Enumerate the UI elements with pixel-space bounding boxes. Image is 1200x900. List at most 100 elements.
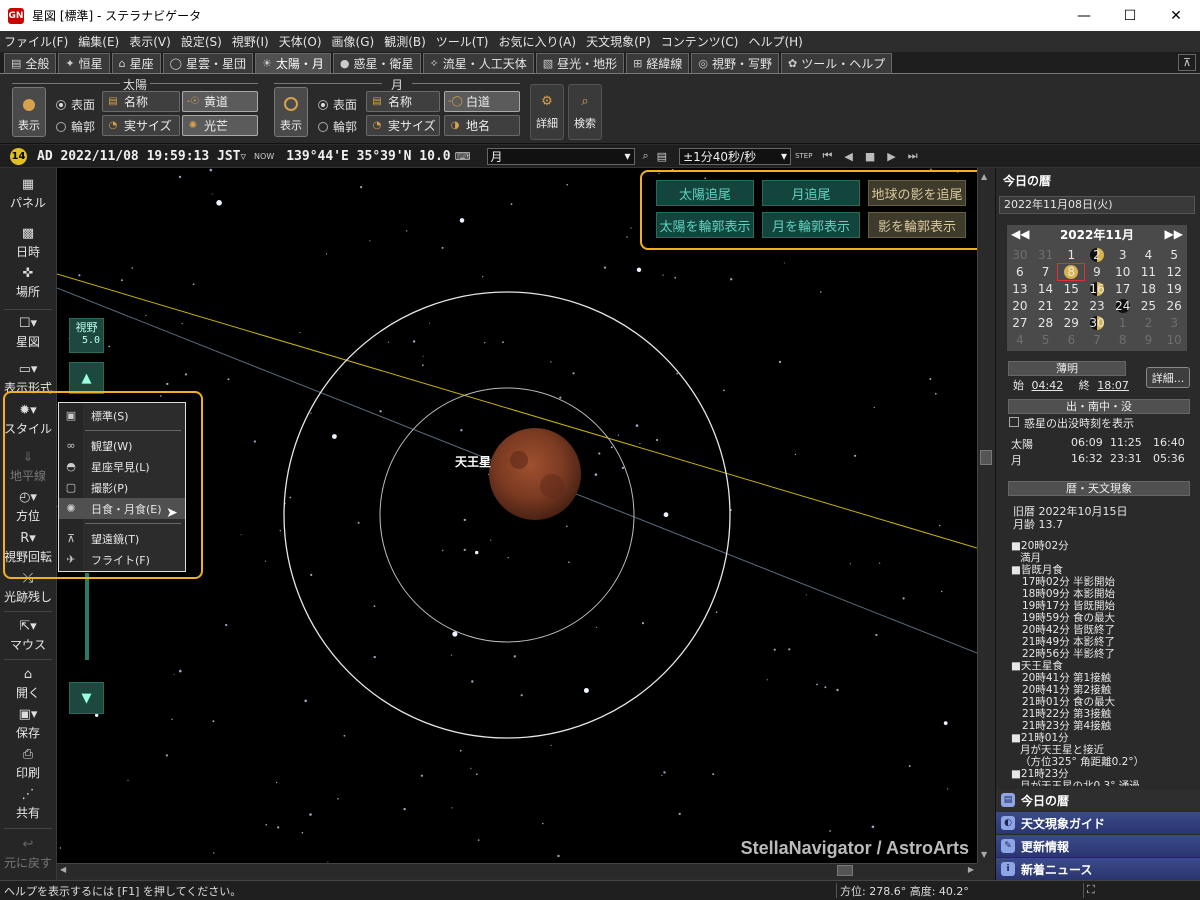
lt-print-button[interactable]: ⎙ 印刷 — [0, 746, 56, 781]
calendar-day[interactable]: 6 — [1058, 332, 1084, 348]
menu-item[interactable]: 設定(S) — [181, 33, 222, 50]
close-button[interactable]: ✕ — [1153, 0, 1199, 31]
calendar-day[interactable]: 10 — [1161, 332, 1187, 348]
uranus-label[interactable]: 天王星 — [455, 453, 491, 470]
target-select[interactable]: 月 ▾ — [486, 147, 635, 165]
lt-share-button[interactable]: ⋰ 共有 — [0, 786, 56, 821]
tab-3[interactable]: ◯ 星雲・星団 — [162, 53, 253, 73]
calendar-day[interactable]: 8 — [1057, 263, 1086, 281]
lt-star-chart-button[interactable]: ☐▾ 星図 — [0, 315, 56, 350]
calendar-day[interactable]: 29 — [1058, 315, 1084, 331]
calendar-day[interactable]: 14 — [1033, 281, 1059, 297]
lt-datetime-button[interactable]: ▩ 日時 — [0, 225, 56, 260]
calendar-day[interactable]: 2 — [1136, 315, 1162, 331]
stop-icon[interactable]: ■ — [865, 150, 875, 163]
tab-4[interactable]: ☀ 太陽・月 — [254, 53, 331, 73]
calendar-day[interactable]: 13 — [1007, 281, 1033, 297]
lt-save-button[interactable]: ▣▾ 保存 — [0, 706, 56, 741]
play-icon[interactable]: ▶ — [887, 150, 895, 163]
moon-age-badge[interactable]: 14 — [10, 147, 27, 165]
calendar-day[interactable]: 11 — [1136, 264, 1162, 280]
scroll-down-icon[interactable]: ▼ — [981, 850, 987, 859]
maximize-button[interactable]: ☐ — [1107, 0, 1153, 31]
minimize-button[interactable]: — — [1061, 0, 1107, 31]
calendar-day[interactable]: 30 — [1007, 247, 1033, 263]
calendar-day[interactable]: 8 — [1110, 332, 1136, 348]
calendar-day[interactable]: 24 — [1110, 298, 1136, 314]
skip-back-icon[interactable]: ⏮ — [822, 149, 832, 163]
calendar-day[interactable]: 21 — [1033, 298, 1059, 314]
tab-9[interactable]: ◎ 視野・写野 — [691, 53, 780, 73]
sun-show-button[interactable]: 表示 — [12, 87, 46, 137]
scroll-thumb[interactable] — [980, 450, 992, 465]
place-name-button[interactable]: ◑ 地名 — [444, 115, 520, 136]
corona-button[interactable]: ✺ 光芒 — [182, 115, 258, 136]
calendar-day[interactable]: 2 — [1084, 247, 1110, 263]
calendar-day[interactable]: 31 — [1033, 247, 1059, 263]
now-button[interactable]: NOW — [254, 152, 274, 161]
tab-7[interactable]: ▧ 昼光・地形 — [535, 53, 625, 73]
twilight-detail-button[interactable]: 詳細... — [1146, 367, 1190, 388]
search-icon[interactable]: ⌕ — [643, 149, 649, 163]
menu-item[interactable]: ツール(T) — [436, 33, 489, 50]
lt-mouse-button[interactable]: ⇱▾ マウス — [0, 618, 56, 653]
menu-item[interactable]: ファイル(F) — [4, 33, 68, 50]
calendar-day[interactable]: 1 — [1058, 247, 1084, 263]
calendar-day[interactable]: 27 — [1007, 315, 1033, 331]
time-step-select[interactable]: ±1分40秒/秒 ▾ — [679, 147, 792, 165]
pin-icon[interactable]: ⊼ — [1178, 54, 1196, 71]
planet-rise-checkbox[interactable] — [1009, 417, 1019, 427]
scroll-up-icon[interactable]: ▲ — [981, 172, 987, 181]
calendar-day[interactable]: 18 — [1136, 281, 1162, 297]
menu-item[interactable]: 表示(V) — [129, 33, 171, 50]
scroll-left-icon[interactable]: ◀ — [60, 865, 66, 874]
calendar-day[interactable]: 4 — [1007, 332, 1033, 348]
tab-0[interactable]: ▤ 全般 — [4, 53, 57, 73]
panel-nav-item[interactable]: ◐ 天文現象ガイド — [996, 812, 1200, 834]
datetime-display[interactable]: AD 2022/11/08 19:59:13 JST — [37, 149, 241, 164]
menu-item[interactable]: 天文現象(P) — [586, 33, 651, 50]
calendar-day[interactable]: 4 — [1136, 247, 1162, 263]
skip-forward-icon[interactable]: ⏭ — [908, 149, 918, 163]
calendar-day[interactable]: 20 — [1007, 298, 1033, 314]
calendar-day[interactable]: 28 — [1033, 315, 1059, 331]
scroll-thumb[interactable] — [837, 865, 853, 876]
calendar-day[interactable]: 30 — [1084, 315, 1110, 331]
calendar-day[interactable]: 5 — [1161, 247, 1187, 263]
moon-outline-radio[interactable]: 輪郭 — [318, 118, 357, 135]
menu-item[interactable]: 視野(I) — [232, 33, 269, 50]
calendar-day[interactable]: 5 — [1033, 332, 1059, 348]
tab-6[interactable]: ✧ 流星・人工天体 — [422, 53, 534, 73]
panel-nav-item[interactable]: ✎ 更新情報 — [996, 835, 1200, 857]
calendar-day[interactable]: 15 — [1058, 281, 1084, 297]
scroll-right-icon[interactable]: ▶ — [968, 865, 974, 874]
calendar-day[interactable]: 23 — [1084, 298, 1110, 314]
calendar-day[interactable]: 7 — [1033, 264, 1059, 280]
calendar-day[interactable]: 9 — [1136, 332, 1162, 348]
calendar-day[interactable]: 12 — [1161, 264, 1187, 280]
step-button[interactable]: STEP — [795, 152, 812, 160]
list-icon[interactable]: ▤ — [657, 150, 667, 163]
calendar-day[interactable]: 3 — [1161, 315, 1187, 331]
lt-undo-button[interactable]: ↩ 元に戻す — [0, 836, 56, 871]
menu-item[interactable]: お気に入り(A) — [499, 33, 577, 50]
search-button[interactable]: ⌕ 検索 — [568, 84, 602, 140]
timezone-dropdown-icon[interactable]: ▿ — [241, 150, 247, 163]
next-month-icon[interactable]: ▶▶ — [1165, 227, 1183, 241]
lt-location-button[interactable]: ✜ 場所 — [0, 265, 56, 300]
prev-month-icon[interactable]: ◀◀ — [1011, 227, 1029, 241]
calendar-day[interactable]: 1 — [1110, 315, 1136, 331]
fov-indicator[interactable]: 視野 5.0 — [69, 318, 104, 353]
calendar-day[interactable]: 6 — [1007, 264, 1033, 280]
calendar-day[interactable]: 16 — [1084, 281, 1110, 297]
tab-1[interactable]: ✦ 恒星 — [58, 53, 110, 73]
vertical-scrollbar[interactable]: ▲ ▼ — [977, 168, 994, 863]
detail-button[interactable]: ⚙ 詳細 — [530, 84, 564, 140]
menu-item[interactable]: 観測(B) — [384, 33, 426, 50]
lt-panel-button[interactable]: ▦ パネル — [0, 176, 56, 211]
ecliptic-button[interactable]: -☉ 黄道 — [182, 91, 258, 112]
sun-outline-radio[interactable]: 輪郭 — [56, 118, 95, 135]
menu-item[interactable]: 天体(O) — [279, 33, 322, 50]
lt-open-button[interactable]: ⌂ 開く — [0, 666, 56, 701]
sun-real-size-button[interactable]: ◔ 実サイズ — [102, 115, 180, 136]
